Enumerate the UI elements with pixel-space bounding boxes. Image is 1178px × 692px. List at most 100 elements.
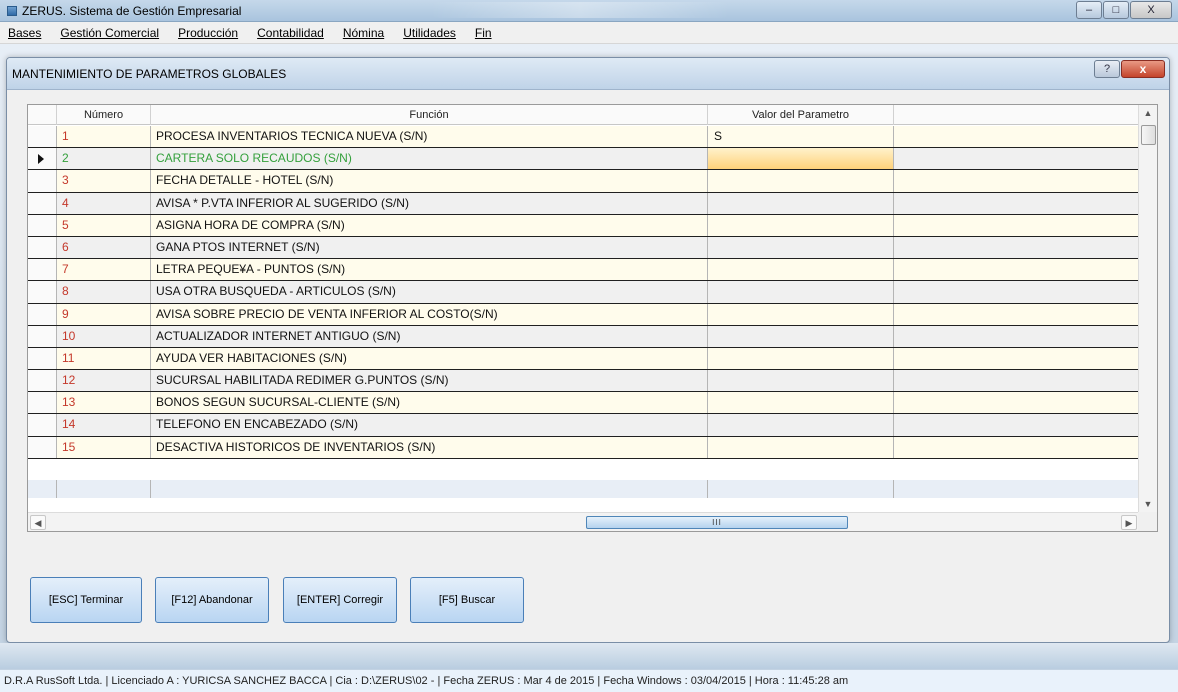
cell-numero[interactable]: 8 — [57, 281, 151, 303]
cell-extra[interactable] — [894, 170, 1139, 192]
cell-numero[interactable]: 11 — [57, 347, 151, 370]
cell-funcion[interactable] — [151, 480, 708, 498]
table-row[interactable]: 10 ACTUALIZADOR INTERNET ANTIGUO (S/N) — [28, 325, 1139, 348]
header-funcion[interactable]: Función — [151, 105, 708, 125]
table-row[interactable]: 14 TELEFONO EN ENCABEZADO (S/N) — [28, 414, 1139, 437]
cell-extra[interactable] — [894, 414, 1139, 436]
corregir-button[interactable]: [ENTER] Corregir — [283, 577, 397, 623]
cell-funcion[interactable]: AVISA * P.VTA INFERIOR AL SUGERIDO (S/N) — [151, 192, 708, 214]
row-indicator[interactable] — [28, 325, 57, 347]
cell-valor[interactable] — [708, 325, 894, 347]
cell-numero[interactable]: 10 — [57, 325, 151, 347]
cell-numero[interactable]: 3 — [57, 170, 151, 192]
cell-valor[interactable] — [708, 436, 894, 458]
cell-valor[interactable] — [708, 259, 894, 281]
vertical-scrollbar[interactable]: ▲ ▼ — [1138, 105, 1157, 513]
row-indicator[interactable] — [28, 148, 57, 170]
cell-funcion[interactable]: FECHA DETALLE - HOTEL (S/N) — [151, 170, 708, 192]
cell-funcion[interactable]: BONOS SEGUN SUCURSAL-CLIENTE (S/N) — [151, 392, 708, 414]
table-row[interactable]: 8 USA OTRA BUSQUEDA - ARTICULOS (S/N) — [28, 281, 1139, 304]
cell-valor-active[interactable] — [708, 148, 894, 170]
cell-funcion[interactable]: SUCURSAL HABILITADA REDIMER G.PUNTOS (S/… — [151, 370, 708, 392]
table-row[interactable]: 4 AVISA * P.VTA INFERIOR AL SUGERIDO (S/… — [28, 192, 1139, 215]
menu-utilidades[interactable]: Utilidades — [403, 26, 456, 40]
cell-valor[interactable] — [708, 236, 894, 259]
row-indicator[interactable] — [28, 236, 57, 259]
cell-numero[interactable] — [57, 480, 151, 498]
horizontal-scroll-thumb[interactable]: III — [586, 516, 848, 529]
cell-funcion[interactable]: ASIGNA HORA DE COMPRA (S/N) — [151, 214, 708, 236]
row-indicator[interactable] — [28, 303, 57, 325]
menu-gestion-comercial[interactable]: Gestión Comercial — [60, 26, 159, 40]
header-valor[interactable]: Valor del Parametro — [708, 105, 894, 125]
cell-numero[interactable]: 14 — [57, 414, 151, 436]
scroll-right-icon[interactable]: ▶ — [1121, 515, 1137, 530]
cell-numero[interactable]: 2 — [57, 148, 151, 170]
cell-valor[interactable] — [708, 192, 894, 214]
table-row[interactable]: 11 AYUDA VER HABITACIONES (S/N) — [28, 347, 1139, 371]
cell-funcion[interactable]: LETRA PEQUE¥A - PUNTOS (S/N) — [151, 259, 708, 281]
cell-numero[interactable]: 5 — [57, 214, 151, 236]
row-indicator[interactable] — [28, 126, 57, 148]
cell-numero[interactable]: 15 — [57, 436, 151, 458]
table-row[interactable]: 6 GANA PTOS INTERNET (S/N) — [28, 236, 1139, 260]
menu-fin[interactable]: Fin — [475, 26, 492, 40]
cell-extra[interactable] — [894, 480, 1139, 498]
row-indicator[interactable] — [28, 480, 57, 498]
cell-funcion[interactable]: GANA PTOS INTERNET (S/N) — [151, 236, 708, 259]
cell-extra[interactable] — [894, 303, 1139, 325]
cell-valor[interactable] — [708, 170, 894, 192]
cell-extra[interactable] — [894, 436, 1139, 458]
table-row[interactable]: 15 DESACTIVA HISTORICOS DE INVENTARIOS (… — [28, 436, 1139, 459]
abandonar-button[interactable]: [F12] Abandonar — [155, 577, 269, 623]
cell-valor[interactable] — [708, 414, 894, 436]
cell-extra[interactable] — [894, 347, 1139, 370]
cell-valor[interactable] — [708, 281, 894, 303]
row-indicator[interactable] — [28, 392, 57, 414]
row-indicator[interactable] — [28, 436, 57, 458]
table-row[interactable]: 3 FECHA DETALLE - HOTEL (S/N) — [28, 170, 1139, 193]
menu-contabilidad[interactable]: Contabilidad — [257, 26, 324, 40]
cell-extra[interactable] — [894, 236, 1139, 259]
row-indicator[interactable] — [28, 370, 57, 392]
cell-valor[interactable] — [708, 347, 894, 370]
row-indicator[interactable] — [28, 281, 57, 303]
menu-bases[interactable]: Bases — [8, 26, 41, 40]
maximize-button[interactable]: □ — [1103, 1, 1129, 19]
table-row[interactable]: 7 LETRA PEQUE¥A - PUNTOS (S/N) — [28, 259, 1139, 282]
cell-numero[interactable]: 6 — [57, 236, 151, 259]
close-button[interactable]: X — [1130, 1, 1172, 19]
row-indicator[interactable] — [28, 214, 57, 236]
cell-numero[interactable]: 13 — [57, 392, 151, 414]
new-record-row[interactable] — [28, 480, 1139, 498]
cell-valor[interactable] — [708, 392, 894, 414]
cell-valor[interactable] — [708, 370, 894, 392]
terminar-button[interactable]: [ESC] Terminar — [30, 577, 142, 623]
cell-extra[interactable] — [894, 259, 1139, 281]
cell-funcion[interactable]: PROCESA INVENTARIOS TECNICA NUEVA (S/N) — [151, 126, 708, 148]
row-indicator[interactable] — [28, 414, 57, 436]
cell-valor[interactable] — [708, 480, 894, 498]
cell-extra[interactable] — [894, 392, 1139, 414]
cell-extra[interactable] — [894, 281, 1139, 303]
scroll-left-icon[interactable]: ◀ — [30, 515, 46, 530]
cell-valor[interactable] — [708, 303, 894, 325]
cell-numero[interactable]: 1 — [57, 126, 151, 148]
cell-extra[interactable] — [894, 370, 1139, 392]
header-numero[interactable]: Número — [57, 105, 151, 125]
table-row[interactable]: 9 AVISA SOBRE PRECIO DE VENTA INFERIOR A… — [28, 303, 1139, 326]
cell-funcion[interactable]: DESACTIVA HISTORICOS DE INVENTARIOS (S/N… — [151, 436, 708, 458]
cell-valor[interactable]: S — [708, 126, 894, 148]
parameters-grid[interactable]: Número Función Valor del Parametro 1 PRO… — [27, 104, 1158, 532]
row-indicator[interactable] — [28, 192, 57, 214]
cell-extra[interactable] — [894, 325, 1139, 347]
menu-produccion[interactable]: Producción — [178, 26, 238, 40]
row-indicator[interactable] — [28, 170, 57, 192]
cell-funcion[interactable]: CARTERA SOLO RECAUDOS (S/N) — [151, 148, 708, 170]
cell-funcion[interactable]: ACTUALIZADOR INTERNET ANTIGUO (S/N) — [151, 325, 708, 347]
cell-funcion[interactable]: AYUDA VER HABITACIONES (S/N) — [151, 347, 708, 370]
table-row[interactable]: 1 PROCESA INVENTARIOS TECNICA NUEVA (S/N… — [28, 126, 1139, 149]
table-row[interactable]: 13 BONOS SEGUN SUCURSAL-CLIENTE (S/N) — [28, 392, 1139, 415]
scroll-down-icon[interactable]: ▼ — [1139, 496, 1157, 513]
table-row[interactable]: 12 SUCURSAL HABILITADA REDIMER G.PUNTOS … — [28, 370, 1139, 393]
